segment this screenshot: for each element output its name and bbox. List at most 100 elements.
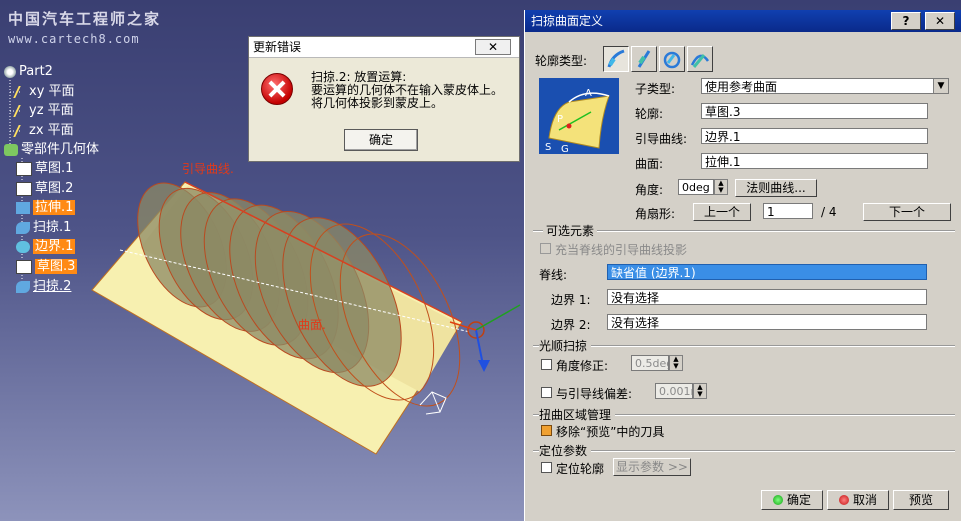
guide-deviation-checkbox[interactable] xyxy=(541,387,552,398)
tree-item-zx-plane[interactable]: zx 平面 xyxy=(13,122,74,140)
tree-item-sweep-2[interactable]: 扫掠.2 xyxy=(16,278,71,296)
compass-glyph xyxy=(419,391,447,415)
profile-label: 轮廓: xyxy=(635,107,664,121)
surface-label: 曲面. xyxy=(298,318,326,332)
sweep-icon xyxy=(16,280,30,293)
diagram-label-a: A xyxy=(585,88,592,99)
sweep-preview-diagram: A P S G xyxy=(539,78,619,154)
sector-index-field[interactable]: 1 xyxy=(763,203,813,219)
update-error-dialog: 更新错误 ✕ 扫掠.2: 放置运算: 要运算的几何体不在输入蒙皮体上。 将几何体… xyxy=(248,36,520,162)
error-ok-button[interactable]: 确定 xyxy=(344,129,418,151)
error-dialog-close-button[interactable]: ✕ xyxy=(475,39,511,55)
axis-triad xyxy=(449,304,521,372)
angle-field[interactable]: 0deg xyxy=(678,179,714,195)
tree-item-sketch-3[interactable]: 草图.3 xyxy=(16,258,78,276)
angle-correction-field[interactable]: 0.5deg xyxy=(631,355,669,371)
position-profile-checkbox[interactable] xyxy=(541,462,552,473)
angular-sector-label: 角扇形: xyxy=(635,207,676,221)
angle-spinner[interactable]: ▲ ▼ xyxy=(714,179,728,195)
boundary-icon xyxy=(16,240,30,253)
guide-deviation-spinner[interactable]: ▲ ▼ xyxy=(693,383,707,399)
part-icon xyxy=(4,65,16,78)
extrude-icon xyxy=(16,201,30,214)
remove-tools-checkbox[interactable] xyxy=(541,425,552,436)
tree-item-body[interactable]: 零部件几何体 xyxy=(4,141,99,159)
tree-item-yz-plane[interactable]: yz 平面 xyxy=(13,102,74,120)
guide-curve-label-panel: 引导曲线: xyxy=(635,132,688,146)
guide-deviation-label: 与引导线偏差: xyxy=(556,387,633,401)
tree-item-sketch-1[interactable]: 草图.1 xyxy=(16,160,73,178)
diagram-label-g: G xyxy=(561,144,569,154)
tree-root[interactable]: Part2 xyxy=(4,63,53,81)
subtype-label: 子类型: xyxy=(635,82,676,96)
boundary-1-label: 边界 1: xyxy=(551,293,591,307)
sketch-icon xyxy=(16,161,32,176)
sweep-conic-icon xyxy=(690,54,710,68)
plane-icon xyxy=(13,124,29,137)
panel-preview-button[interactable]: 预览 xyxy=(893,490,949,510)
position-separator xyxy=(533,450,955,452)
angle-label: 角度: xyxy=(635,183,664,197)
remove-tools-label: 移除“预览”中的刀具 xyxy=(556,425,665,439)
next-button[interactable]: 下一个 xyxy=(863,203,951,221)
guide-curve-label: 引导曲线. xyxy=(182,162,234,176)
guide-deviation-field[interactable]: 0.001m xyxy=(655,383,693,399)
profile-type-conic[interactable] xyxy=(687,46,713,72)
sweep-definition-panel: 扫掠曲面定义 ? ✕ 轮廓类型: A P S G 子类型: 使用参考曲面 ▼ 轮… xyxy=(524,10,961,521)
profile-field[interactable]: 草图.3 xyxy=(701,103,928,119)
guide-curve-field[interactable]: 边界.1 xyxy=(701,128,928,144)
subtype-select[interactable]: 使用参考曲面 ▼ xyxy=(701,78,949,94)
diagram-label-s: S xyxy=(545,142,551,153)
spine-field[interactable]: 缺省值 (边界.1) xyxy=(607,264,927,280)
smooth-separator xyxy=(533,345,955,347)
panel-cancel-button[interactable]: 取消 xyxy=(827,490,889,510)
previous-button[interactable]: 上一个 xyxy=(693,203,751,221)
optional-elements-header: 可选元素 xyxy=(543,222,598,239)
chevron-down-icon: ▼ xyxy=(933,79,948,93)
boundary-2-field[interactable]: 没有选择 xyxy=(607,314,927,330)
help-button[interactable]: ? xyxy=(891,12,921,30)
law-curve-button[interactable]: 法则曲线... xyxy=(735,179,817,197)
diagram-label-p: P xyxy=(557,114,563,125)
sweep-line-icon xyxy=(637,50,651,68)
boundary-1-field[interactable]: 没有选择 xyxy=(607,289,927,305)
sketch-icon xyxy=(16,181,32,196)
sector-total: / 4 xyxy=(821,205,837,219)
panel-ok-button[interactable]: 确定 xyxy=(761,490,823,510)
position-params-header: 定位参数 xyxy=(539,442,592,459)
cancel-icon xyxy=(838,495,849,505)
gear-icon xyxy=(4,143,18,156)
project-guide-checkbox[interactable] xyxy=(540,243,551,254)
tree-item-extrude-1[interactable]: 拉伸.1 xyxy=(16,199,76,217)
error-message: 扫掠.2: 放置运算: 要运算的几何体不在输入蒙皮体上。 将几何体投影到蒙皮上。 xyxy=(311,71,503,110)
profile-type-line[interactable] xyxy=(631,46,657,72)
project-guide-label: 充当脊线的引导曲线投影 xyxy=(555,243,688,257)
sweep-icon xyxy=(16,221,30,234)
tree-item-boundary-1[interactable]: 边界.1 xyxy=(16,238,76,256)
plane-icon xyxy=(13,85,29,98)
smooth-sweep-header: 光顺扫掠 xyxy=(539,337,592,354)
angle-correction-checkbox[interactable] xyxy=(541,359,552,370)
angle-correction-spinner[interactable]: ▲ ▼ xyxy=(669,355,683,371)
tree-item-xy-plane[interactable]: xy 平面 xyxy=(13,83,75,101)
profile-type-label: 轮廓类型: xyxy=(535,54,588,68)
spine-label: 脊线: xyxy=(539,268,568,282)
ok-icon xyxy=(772,495,783,505)
plane-icon xyxy=(13,104,29,117)
error-line-3: 将几何体投影到蒙皮上。 xyxy=(311,96,444,110)
twist-management-header: 扭曲区域管理 xyxy=(539,406,616,423)
surface-label-panel: 曲面: xyxy=(635,157,664,171)
position-profile-label: 定位轮廓 xyxy=(556,462,605,476)
boundary-2-label: 边界 2: xyxy=(551,318,591,332)
tree-item-sweep-1[interactable]: 扫掠.1 xyxy=(16,219,71,237)
sweep-circle-icon xyxy=(663,51,681,69)
tree-item-sketch-2[interactable]: 草图.2 xyxy=(16,180,73,198)
sweep-explicit-icon xyxy=(607,49,625,68)
profile-type-circle[interactable] xyxy=(659,46,685,72)
angle-correction-label: 角度修正: xyxy=(556,359,609,373)
error-icon xyxy=(261,73,293,105)
surface-field[interactable]: 拉伸.1 xyxy=(701,153,928,169)
show-params-button[interactable]: 显示参数 >> xyxy=(613,458,691,476)
panel-close-button[interactable]: ✕ xyxy=(925,12,955,30)
profile-type-explicit[interactable] xyxy=(603,46,629,72)
